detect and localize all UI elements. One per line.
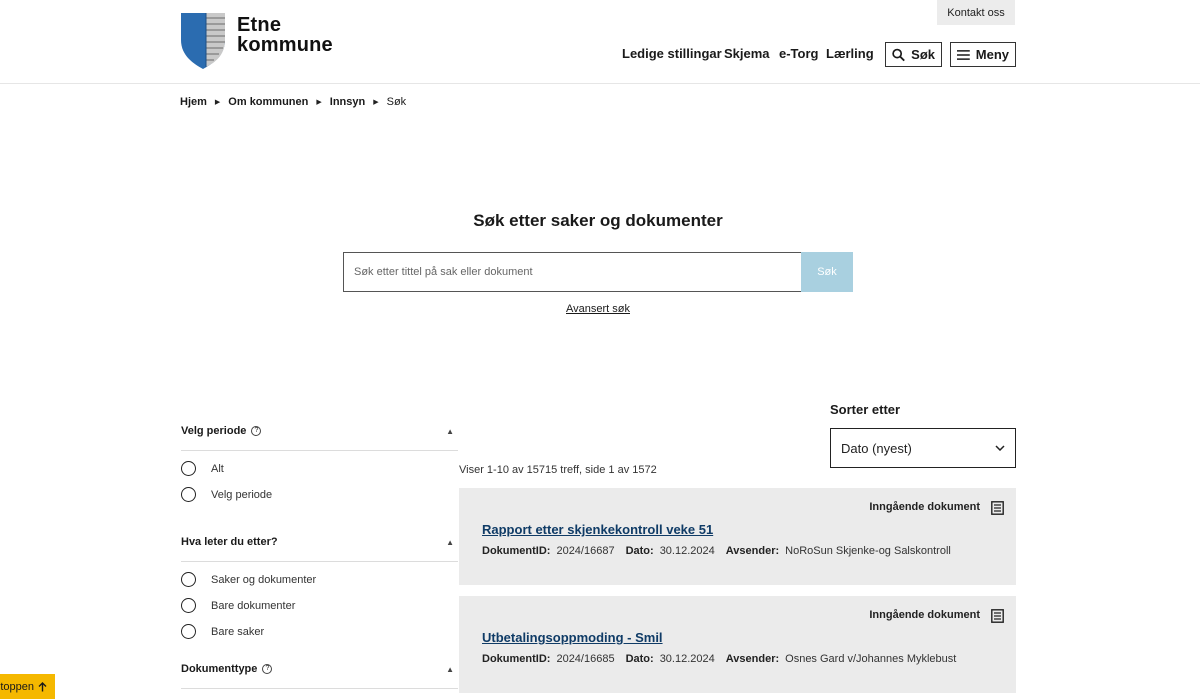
result-count: Viser 1-10 av 15715 treff, side 1 av 157…	[459, 464, 657, 476]
filter-doctype-header[interactable]: Dokumenttype? ▲	[181, 663, 458, 675]
radio-period-select[interactable]: Velg periode	[181, 487, 272, 502]
result-title-link[interactable]: Utbetalingsoppmoding - Smil	[482, 630, 663, 645]
radio-circle[interactable]	[181, 572, 196, 587]
filter-doctype-title: Dokumenttype	[181, 663, 258, 675]
sort-selected-value: Dato (nyest)	[841, 440, 912, 456]
radio-what-all[interactable]: Saker og dokumenter	[181, 572, 316, 587]
radio-what-cases[interactable]: Bare saker	[181, 624, 264, 639]
logo-line-1: Etne	[237, 14, 282, 36]
advanced-search-link[interactable]: Avansert søk	[0, 303, 1196, 315]
divider	[181, 688, 458, 689]
result-title-link[interactable]: Rapport etter skjenkekontroll veke 51	[482, 522, 713, 537]
header-search-label: Søk	[911, 47, 935, 62]
meta-sender: NoRoSun Skjenke-og Salskontroll	[785, 545, 951, 557]
arrow-up-icon	[38, 681, 47, 691]
meta-label: DokumentID:	[482, 545, 551, 557]
meta-id: 2024/16685	[556, 653, 615, 665]
document-icon	[991, 501, 1004, 515]
meta-date: 30.12.2024	[659, 545, 715, 557]
menu-button[interactable]: Meny	[950, 42, 1016, 67]
radio-label: Saker og dokumenter	[211, 573, 317, 586]
breadcrumb: Hjem ▶ Om kommunen ▶ Innsyn ▶ Søk	[180, 96, 406, 108]
nav-skjema[interactable]: Skjema	[724, 46, 770, 61]
radio-label: Bare saker	[211, 625, 265, 638]
meta-label: Dato:	[625, 545, 654, 557]
radio-circle[interactable]	[181, 487, 196, 502]
meta-label: Avsender:	[725, 653, 780, 665]
radio-label: Alt	[211, 462, 224, 475]
result-card: Inngående dokument Rapport etter skjenke…	[459, 488, 1016, 585]
search-submit-button[interactable]: Søk	[801, 252, 853, 292]
meta-label: Dato:	[625, 653, 654, 665]
radio-period-alt[interactable]: Alt	[181, 461, 224, 476]
help-icon[interactable]: ?	[262, 664, 273, 675]
header-search-button[interactable]: Søk	[885, 42, 942, 67]
search-input[interactable]	[343, 252, 802, 292]
breadcrumb-current: Søk	[386, 96, 407, 108]
nav-ledige-stillingar[interactable]: Ledige stillingar	[622, 46, 722, 61]
document-icon	[991, 609, 1004, 623]
result-meta: DokumentID: 2024/16687 Dato: 30.12.2024 Av…	[482, 545, 962, 557]
result-meta: DokumentID: 2024/16685 Dato: 30.12.2024 Av…	[482, 653, 967, 665]
radio-circle[interactable]	[181, 598, 196, 613]
radio-circle[interactable]	[181, 461, 196, 476]
result-type: Inngående dokument	[869, 609, 980, 621]
search-icon	[892, 48, 905, 61]
nav-etorg[interactable]: e-Torg	[779, 46, 818, 61]
coat-of-arms-icon	[181, 13, 225, 69]
chevron-up-icon: ▲	[446, 426, 454, 436]
contact-button[interactable]: Kontakt oss	[937, 0, 1015, 25]
chevron-down-icon	[995, 445, 1005, 451]
back-to-top-button[interactable]: toppen	[0, 674, 55, 699]
chevron-right-icon: ▶	[373, 99, 379, 106]
chevron-up-icon: ▲	[446, 537, 454, 547]
breadcrumb-hjem[interactable]: Hjem	[180, 96, 207, 108]
result-type: Inngående dokument	[869, 501, 980, 513]
menu-label: Meny	[975, 47, 1009, 62]
nav-laerling[interactable]: Lærling	[826, 46, 874, 61]
page-title: Søk etter saker og dokumenter	[473, 211, 723, 230]
meta-date: 30.12.2024	[659, 653, 715, 665]
breadcrumb-innsyn[interactable]: Innsyn	[330, 96, 365, 108]
help-icon[interactable]: ?	[251, 426, 262, 437]
filter-what-title: Hva leter du etter?	[181, 536, 278, 548]
chevron-up-icon: ▲	[446, 664, 454, 674]
meta-id: 2024/16687	[556, 545, 615, 557]
site-header: Etne kommune Kontakt oss Ledige stilling…	[0, 0, 1200, 84]
chevron-right-icon: ▶	[214, 99, 221, 106]
radio-label: Bare dokumenter	[211, 599, 296, 612]
logo-line-2: kommune	[237, 34, 333, 56]
sort-label: Sorter etter	[830, 402, 901, 417]
sort-select[interactable]: Dato (nyest)	[830, 428, 1016, 468]
hamburger-icon	[957, 49, 970, 60]
filter-what-header[interactable]: Hva leter du etter? ▲	[181, 536, 458, 548]
radio-circle[interactable]	[181, 624, 196, 639]
meta-label: DokumentID:	[482, 653, 551, 665]
filter-period-header[interactable]: Velg periode? ▲	[181, 425, 458, 437]
back-to-top-label: toppen	[0, 680, 34, 693]
meta-sender: Osnes Gard v/Johannes Myklebust	[785, 653, 957, 665]
filter-period-title: Velg periode	[181, 425, 247, 437]
breadcrumb-om-kommunen[interactable]: Om kommunen	[228, 96, 308, 108]
result-card: Inngående dokument Utbetalingsoppmoding …	[459, 596, 1016, 693]
logo-text: Etne kommune	[237, 15, 333, 55]
divider	[181, 561, 458, 562]
chevron-right-icon: ▶	[316, 99, 322, 106]
meta-label: Avsender:	[725, 545, 780, 557]
radio-what-documents[interactable]: Bare dokumenter	[181, 598, 295, 613]
logo[interactable]: Etne kommune	[180, 12, 333, 70]
radio-label: Velg periode	[211, 488, 273, 501]
divider	[181, 450, 458, 451]
